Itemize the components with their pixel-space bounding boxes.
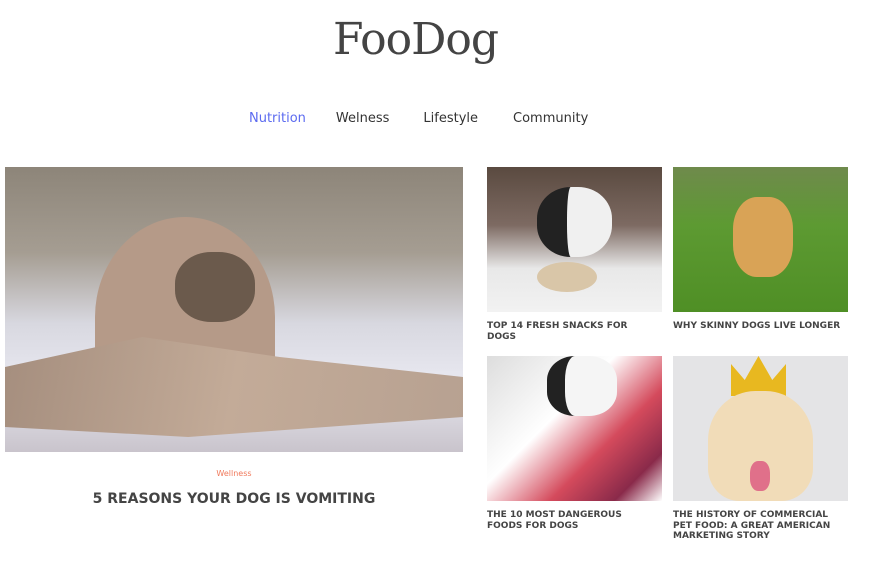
featured-image-pug[interactable]	[5, 167, 463, 452]
drape-shape	[5, 337, 463, 437]
card-title[interactable]: TOP 14 FRESH SNACKS FOR DOGS	[487, 321, 657, 342]
site-logo[interactable]: FooDog	[0, 14, 831, 65]
featured-category[interactable]: Wellness	[5, 469, 463, 478]
card-image-bulldog[interactable]	[487, 167, 662, 312]
card-title[interactable]: WHY SKINNY DOGS LIVE LONGER	[673, 321, 843, 332]
bulldog-shape	[537, 187, 612, 257]
card-image-crowned-puppy[interactable]	[673, 356, 848, 501]
puppy-shape	[733, 197, 793, 277]
dalmatian-shape	[547, 356, 617, 416]
main-nav: Nutrition Welness Lifestyle Community	[249, 111, 588, 126]
card-title[interactable]: THE 10 MOST DANGEROUS FOODS FOR DOGS	[487, 510, 657, 531]
featured-title[interactable]: 5 REASONS YOUR DOG IS VOMITING	[5, 491, 463, 507]
snack-bowl-shape	[537, 262, 597, 292]
nav-welness[interactable]: Welness	[336, 111, 390, 126]
nav-nutrition[interactable]: Nutrition	[249, 111, 306, 126]
crown-shape	[731, 356, 786, 396]
tongue-shape	[750, 461, 770, 491]
card-image-dalmatian[interactable]	[487, 356, 662, 501]
nav-community[interactable]: Community	[513, 111, 588, 126]
pug-face-shape	[175, 252, 255, 322]
nav-lifestyle[interactable]: Lifestyle	[423, 111, 478, 126]
card-title[interactable]: THE HISTORY OF COMMERCIAL PET FOOD: A GR…	[673, 510, 843, 542]
card-image-lab-puppy[interactable]	[673, 167, 848, 312]
